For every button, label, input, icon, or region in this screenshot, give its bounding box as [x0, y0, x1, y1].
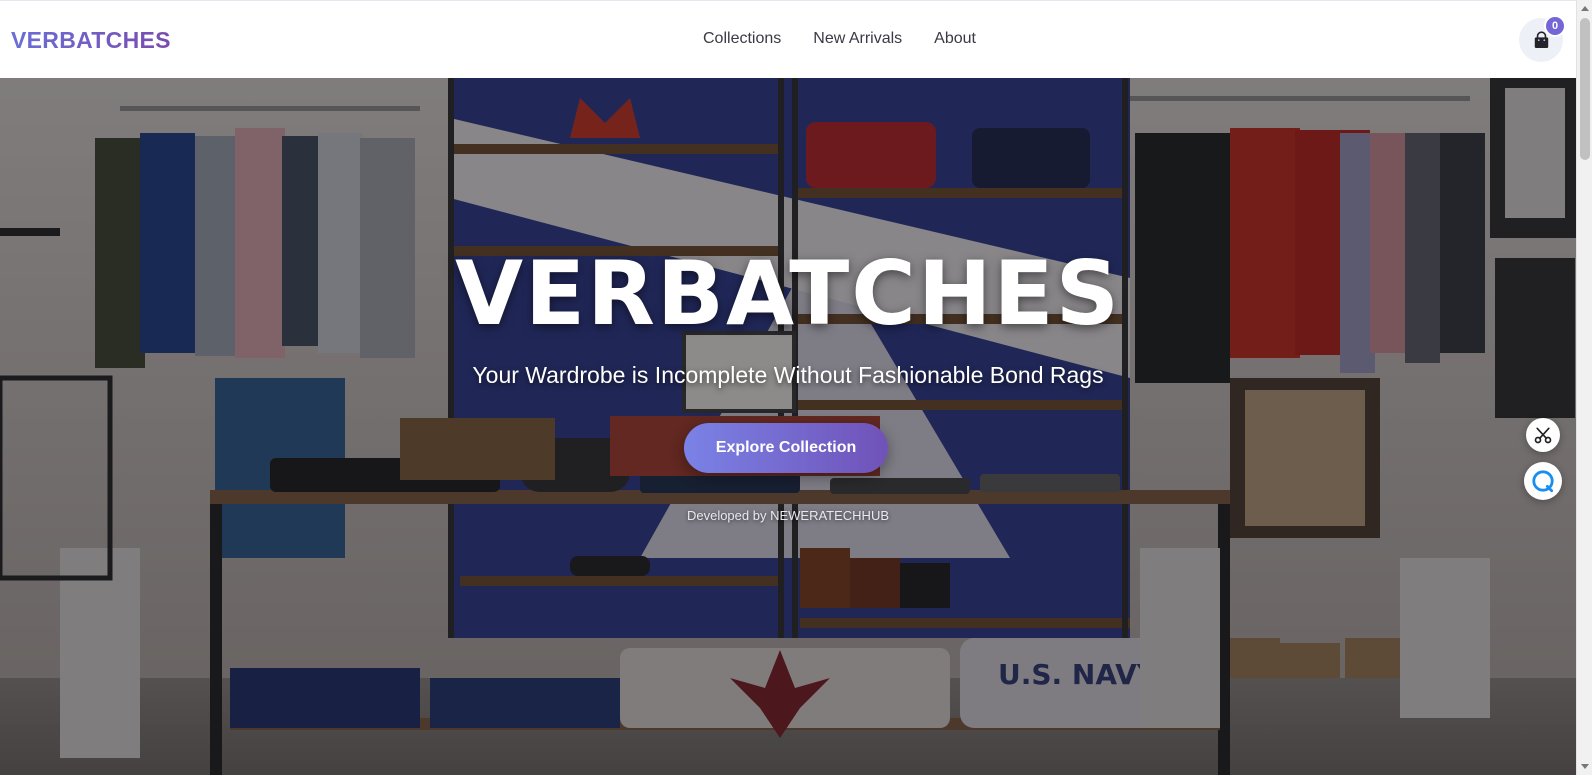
nav-link-collections[interactable]: Collections: [703, 30, 781, 48]
brand-logo[interactable]: VERBATCHES: [11, 27, 171, 54]
chat-widget-button[interactable]: [1524, 462, 1562, 500]
hero-section: U.S. NAVY VERBATCHES Your Wardrobe is In…: [0, 78, 1576, 775]
scrollbar-thumb[interactable]: [1580, 18, 1590, 160]
nav-links: Collections New Arrivals About: [703, 30, 976, 48]
cart-count-badge: 0: [1544, 15, 1566, 37]
developer-credit: Developed by NEWERATECHHUB: [686, 508, 890, 523]
hero-subtitle: Your Wardrobe is Incomplete Without Fash…: [472, 362, 1104, 388]
scroll-down-arrow-icon[interactable]: [1577, 759, 1592, 775]
scroll-up-arrow-icon[interactable]: [1577, 0, 1592, 16]
chat-bubble-icon: [1532, 470, 1554, 493]
nav-link-new-arrivals[interactable]: New Arrivals: [813, 30, 902, 48]
page-scrollbar[interactable]: [1576, 0, 1592, 775]
screenshot-tool-button[interactable]: [1526, 418, 1560, 452]
scissors-icon: [1534, 427, 1552, 444]
nav-link-about[interactable]: About: [934, 30, 976, 48]
top-navbar: VERBATCHES Collections New Arrivals Abou…: [0, 0, 1576, 78]
cart-button[interactable]: 0: [1519, 15, 1566, 62]
explore-collection-button[interactable]: Explore Collection: [684, 423, 888, 473]
hero-title: VERBATCHES: [454, 242, 1122, 345]
